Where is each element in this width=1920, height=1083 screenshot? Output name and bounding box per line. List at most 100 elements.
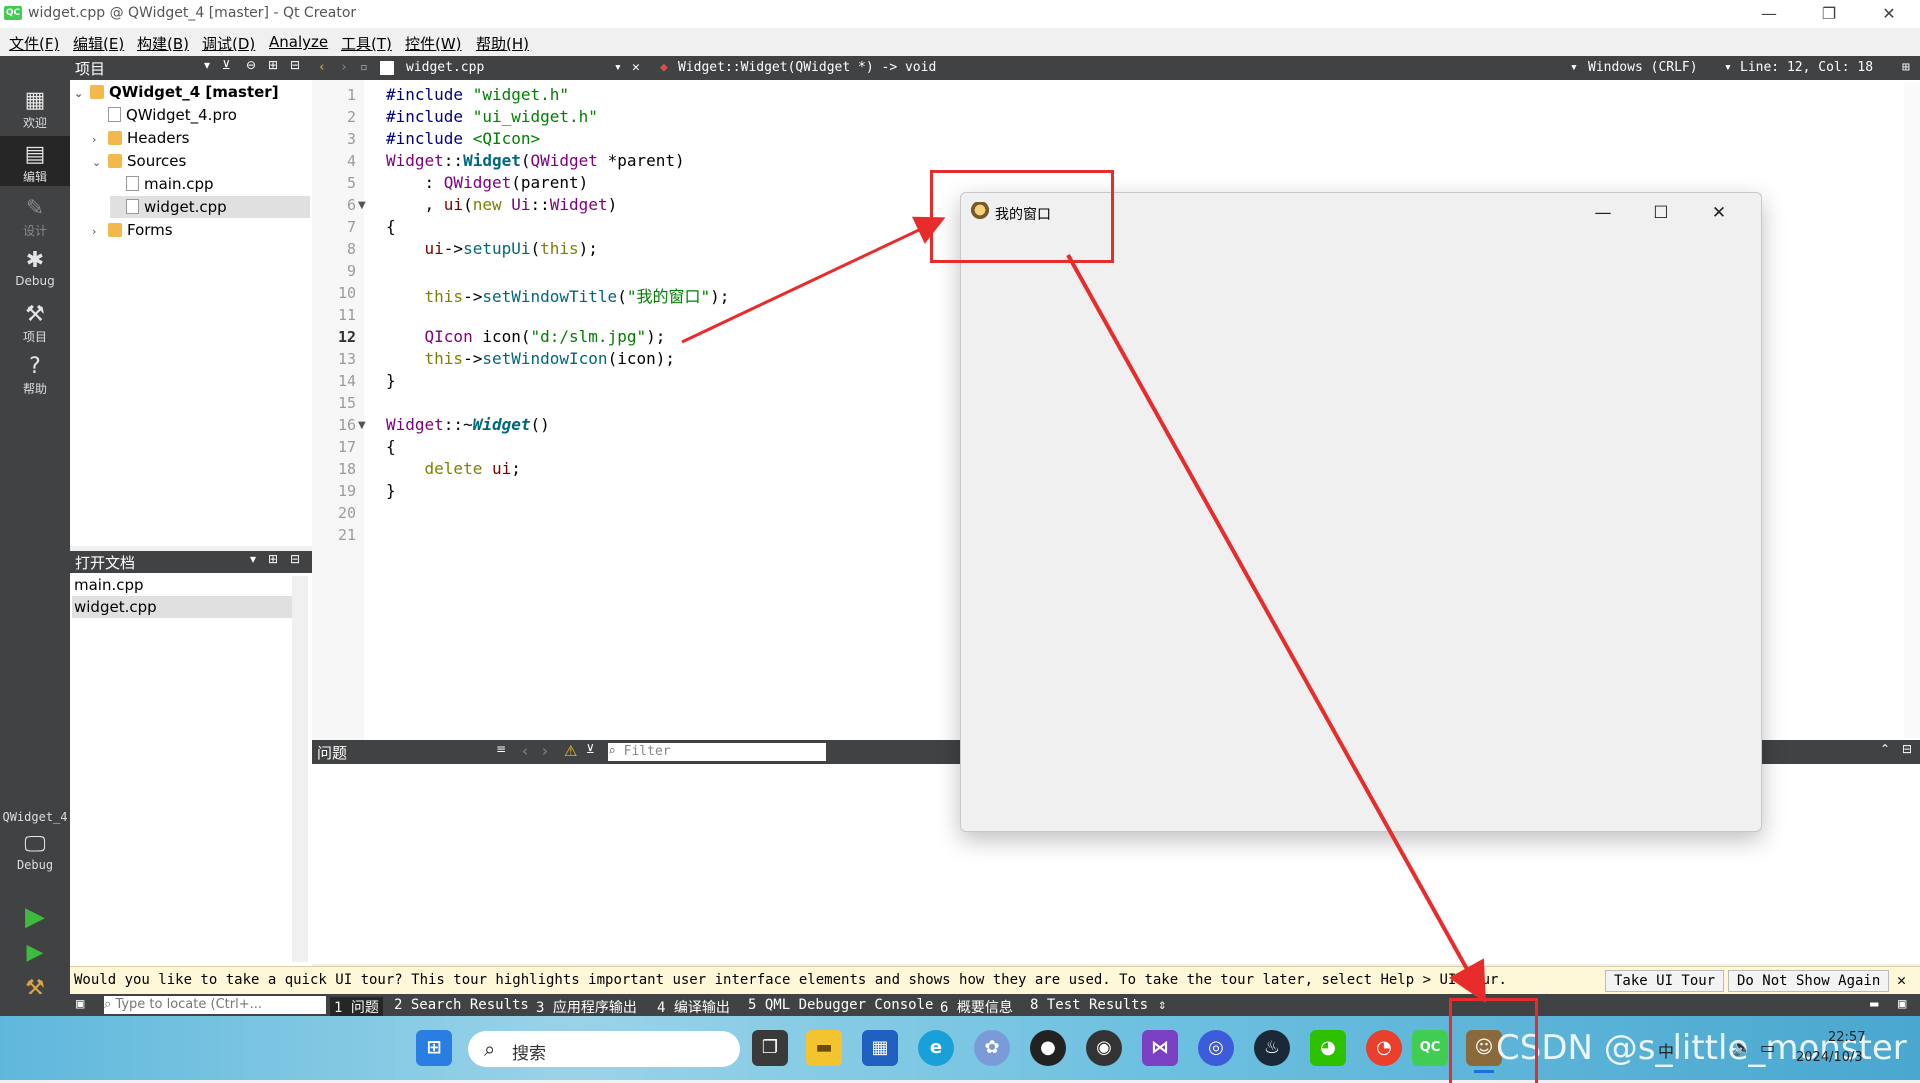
alienware-icon[interactable]: ◉ bbox=[1086, 1030, 1122, 1066]
mode-design[interactable]: ✎ 设计 bbox=[0, 196, 70, 239]
my-window[interactable]: 我的窗口 — ☐ ✕ bbox=[960, 192, 1762, 832]
locator-input[interactable]: ⌕ Type to locate (Ctrl+... bbox=[104, 996, 326, 1014]
mode-debug[interactable]: ✱ Debug bbox=[0, 248, 70, 288]
output-tab-issues[interactable]: 1 问题 bbox=[330, 997, 383, 1017]
taskbar-search[interactable]: ⌕ 搜索 bbox=[468, 1031, 740, 1067]
steam-icon[interactable]: ♨ bbox=[1254, 1030, 1290, 1066]
output-tab-app-output[interactable]: 3 应用程序输出 bbox=[536, 997, 637, 1017]
edge-browser-icon[interactable]: e bbox=[918, 1030, 954, 1066]
output-tab-test-results[interactable]: 8 Test Results bbox=[1030, 997, 1148, 1013]
clock-time[interactable]: 22:57 bbox=[1828, 1030, 1865, 1045]
chevron-right-icon[interactable]: › bbox=[92, 221, 108, 243]
output-tab-general[interactable]: 6 概要信息 bbox=[940, 997, 1013, 1017]
run-icon[interactable]: ▶ bbox=[0, 902, 70, 932]
close-file-icon[interactable]: ✕ bbox=[632, 60, 640, 75]
tree-item-forms[interactable]: › Forms bbox=[92, 219, 173, 241]
open-doc-widget-cpp[interactable]: widget.cpp bbox=[72, 596, 292, 618]
editor-scrollbar[interactable] bbox=[1904, 82, 1920, 738]
output-tab-search[interactable]: 2 Search Results bbox=[394, 997, 529, 1013]
chevron-right-icon[interactable]: › bbox=[92, 129, 108, 151]
open-doc-main-cpp[interactable]: main.cpp bbox=[74, 574, 144, 596]
take-ui-tour-button[interactable]: Take UI Tour bbox=[1605, 970, 1725, 992]
symbol-navigator[interactable]: Widget::Widget(QWidget *) -> void bbox=[678, 60, 936, 75]
tree-item-sources[interactable]: ⌄ Sources bbox=[92, 150, 186, 172]
fold-arrow-icon[interactable]: ▼ bbox=[358, 200, 366, 211]
menu-file[interactable]: 文件(F) bbox=[9, 33, 59, 54]
tree-item-project[interactable]: ⌄ QWidget_4 [master] bbox=[74, 81, 279, 103]
close-panel-icon[interactable]: ⊟ bbox=[290, 552, 300, 566]
split-icon[interactable]: ⊞ bbox=[1902, 60, 1910, 75]
menu-help[interactable]: 帮助(H) bbox=[476, 33, 529, 54]
dropdown-icon[interactable]: ▾ bbox=[204, 58, 210, 72]
browser-icon[interactable]: ◎ bbox=[1198, 1030, 1234, 1066]
debug-run-icon[interactable]: ▶ bbox=[0, 940, 70, 965]
mode-welcome[interactable]: ▦ 欢迎 bbox=[0, 88, 70, 131]
qq-icon[interactable]: ● bbox=[1030, 1030, 1066, 1066]
wechat-icon[interactable]: ◕ bbox=[1310, 1030, 1346, 1066]
mode-edit[interactable]: ▤ 编辑 bbox=[0, 136, 70, 186]
maximize-panel-icon[interactable]: ⌃ bbox=[1880, 742, 1890, 756]
editor-file-name[interactable]: widget.cpp bbox=[406, 60, 484, 75]
toggle-panel-icon[interactable]: ▣ bbox=[1898, 996, 1906, 1012]
minimize-button[interactable]: — bbox=[1740, 0, 1798, 28]
app-icon[interactable]: ✿ bbox=[974, 1030, 1010, 1066]
forward-icon[interactable]: › bbox=[340, 60, 348, 75]
chevron-down-icon[interactable]: ⌄ bbox=[74, 83, 90, 105]
menu-controls[interactable]: 控件(W) bbox=[405, 33, 462, 54]
output-tab-compile[interactable]: 4 编译输出 bbox=[657, 997, 730, 1017]
menu-analyze[interactable]: Analyze bbox=[269, 33, 328, 51]
my-window-close-button[interactable]: ✕ bbox=[1690, 199, 1748, 227]
tree-item-widget-cpp[interactable]: widget.cpp bbox=[110, 196, 310, 218]
prev-icon[interactable]: ‹ bbox=[522, 742, 528, 760]
filter-icon[interactable]: ⊻ bbox=[586, 742, 595, 756]
file-dropdown-icon[interactable]: ▾ bbox=[614, 60, 622, 75]
tree-item-pro[interactable]: QWidget_4.pro bbox=[92, 104, 237, 126]
filter-icon[interactable]: ⊻ bbox=[222, 58, 231, 72]
ime-indicator[interactable]: 中 bbox=[1658, 1038, 1674, 1062]
tree-item-headers[interactable]: › Headers bbox=[92, 127, 189, 149]
split-icon[interactable]: ⊞ bbox=[268, 58, 278, 72]
fold-arrow-icon[interactable]: ▼ bbox=[358, 420, 366, 431]
my-window-maximize-button[interactable]: ☐ bbox=[1632, 199, 1690, 227]
split-icon[interactable]: ⊞ bbox=[268, 552, 278, 566]
file-explorer-icon[interactable]: ▬ bbox=[806, 1030, 842, 1066]
line-ending-selector[interactable]: Windows (CRLF) bbox=[1588, 60, 1698, 75]
sort-icon[interactable]: ≡ bbox=[496, 742, 506, 756]
menu-tools[interactable]: 工具(T) bbox=[341, 33, 392, 54]
issues-filter-input[interactable]: ⌕ Filter bbox=[608, 743, 826, 761]
menu-edit[interactable]: 编辑(E) bbox=[73, 33, 124, 54]
mode-help[interactable]: ? 帮助 bbox=[0, 354, 70, 397]
close-panel-icon[interactable]: ⊟ bbox=[290, 58, 300, 72]
dropdown-icon[interactable]: ▾ bbox=[1570, 60, 1578, 75]
more-tabs-icon[interactable]: ⇕ bbox=[1158, 997, 1166, 1013]
close-panel-icon[interactable]: ⊟ bbox=[1902, 742, 1912, 756]
toggle-sidebar-icon[interactable]: ▣ bbox=[76, 996, 84, 1012]
keyboard-icon[interactable]: ▬ bbox=[1870, 996, 1878, 1012]
restore-button[interactable]: ❐ bbox=[1800, 0, 1858, 28]
my-window-minimize-button[interactable]: — bbox=[1574, 199, 1632, 227]
dropdown-icon[interactable]: ▾ bbox=[1724, 60, 1732, 75]
task-view-icon[interactable]: ❐ bbox=[752, 1030, 788, 1066]
menu-build[interactable]: 构建(B) bbox=[137, 33, 189, 54]
next-icon[interactable]: › bbox=[542, 742, 548, 760]
dropdown-icon[interactable]: ▾ bbox=[250, 552, 256, 566]
close-button[interactable]: ✕ bbox=[1860, 0, 1918, 28]
tree-item-main-cpp[interactable]: main.cpp bbox=[110, 173, 214, 195]
microsoft-store-icon[interactable]: ▦ bbox=[862, 1030, 898, 1066]
battery-icon[interactable]: ▭ bbox=[1760, 1038, 1775, 1057]
visual-studio-icon[interactable]: ⋈ bbox=[1142, 1030, 1178, 1066]
qt-creator-taskbar-icon[interactable]: QC bbox=[1412, 1030, 1448, 1066]
link-icon[interactable]: ⊖ bbox=[246, 58, 256, 72]
close-icon[interactable]: ✕ bbox=[1897, 971, 1906, 989]
chevron-down-icon[interactable]: ⌄ bbox=[92, 152, 108, 174]
volume-icon[interactable]: 🔈 bbox=[1732, 1038, 1752, 1057]
back-icon[interactable]: ‹ bbox=[318, 60, 326, 75]
start-button-icon[interactable]: ⊞ bbox=[416, 1030, 452, 1066]
netease-music-icon[interactable]: ◔ bbox=[1366, 1030, 1402, 1066]
mode-projects[interactable]: ⚒ 项目 bbox=[0, 302, 70, 345]
menu-debug[interactable]: 调试(D) bbox=[202, 33, 255, 54]
warning-icon[interactable]: ⚠ bbox=[564, 742, 577, 760]
clock-date[interactable]: 2024/10/3 bbox=[1796, 1050, 1863, 1065]
do-not-show-again-button[interactable]: Do Not Show Again bbox=[1728, 970, 1890, 992]
output-tab-qml-console[interactable]: 5 QML Debugger Console bbox=[748, 997, 933, 1013]
